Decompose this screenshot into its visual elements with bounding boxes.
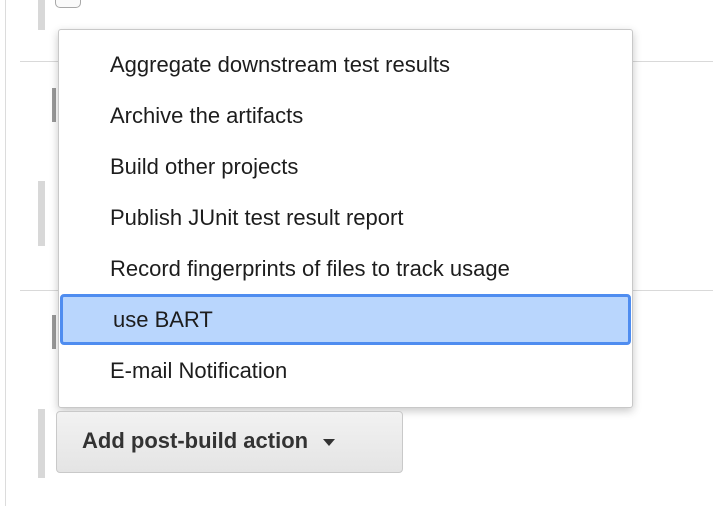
indent-bar-bottom: [38, 409, 45, 478]
caret-down-icon: [323, 438, 336, 446]
menu-item-publish-junit-report[interactable]: Publish JUnit test result report: [59, 192, 632, 243]
menu-item-archive-artifacts[interactable]: Archive the artifacts: [59, 90, 632, 141]
post-build-action-menu: Aggregate downstream test results Archiv…: [58, 29, 633, 408]
menu-item-record-fingerprints[interactable]: Record fingerprints of files to track us…: [59, 243, 632, 294]
section-marker: [52, 315, 56, 349]
indent-bar-top: [38, 0, 45, 30]
menu-item-build-other-projects[interactable]: Build other projects: [59, 141, 632, 192]
menu-item-email-notification[interactable]: E-mail Notification: [59, 345, 632, 396]
add-post-build-action-button[interactable]: Add post-build action: [56, 411, 403, 473]
section-marker: [52, 88, 56, 122]
page-left-rule: [5, 0, 6, 506]
menu-item-use-bart[interactable]: use BART: [60, 294, 631, 345]
indent-bar-middle: [38, 181, 45, 246]
partial-checkbox[interactable]: [55, 0, 81, 8]
menu-item-aggregate-downstream-test-results[interactable]: Aggregate downstream test results: [59, 39, 632, 90]
add-post-build-action-label: Add post-build action: [82, 428, 309, 453]
